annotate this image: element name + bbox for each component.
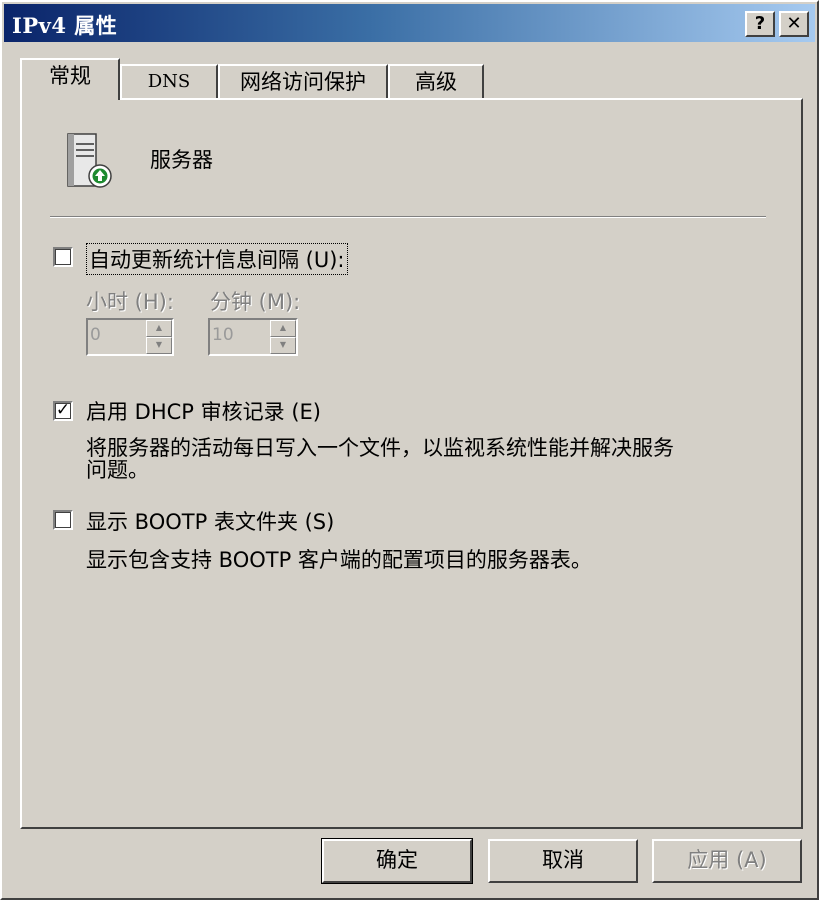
- hours-value: 0: [90, 325, 101, 345]
- bootp-label[interactable]: 显示 BOOTP 表文件夹 (S): [86, 506, 334, 536]
- dhcp-audit-label[interactable]: 启用 DHCP 审核记录 (E): [86, 396, 321, 426]
- minutes-value: 10: [212, 325, 234, 345]
- apply-button[interactable]: 应用 (A): [652, 839, 802, 883]
- dhcp-audit-description-2: 问题。: [86, 458, 149, 482]
- separator: [50, 216, 766, 218]
- minutes-label: 分钟 (M):: [210, 290, 301, 314]
- help-button[interactable]: ?: [745, 11, 775, 37]
- ipv4-properties-dialog: IPv4 属性 ? ✕ 常规 DNS 网络访问保护 高级 服务器 自动更新统计信…: [0, 0, 819, 900]
- server-label: 服务器: [150, 148, 213, 172]
- hours-spin-up-icon[interactable]: ▲: [146, 320, 172, 337]
- bootp-checkbox[interactable]: [53, 510, 73, 530]
- tab-network-access-protection[interactable]: 网络访问保护: [218, 64, 388, 100]
- server-icon: [67, 133, 112, 188]
- tab-general[interactable]: 常规: [20, 58, 120, 100]
- ok-button[interactable]: 确定: [321, 838, 473, 884]
- dhcp-audit-checkbox[interactable]: ✓: [53, 401, 73, 421]
- hours-spin-down-icon[interactable]: ▼: [146, 337, 172, 354]
- hours-spinbox[interactable]: 0 ▲ ▼: [86, 318, 174, 356]
- window-title: IPv4 属性: [12, 13, 118, 38]
- minutes-spinbox[interactable]: 10 ▲ ▼: [208, 318, 298, 356]
- dhcp-audit-description-1: 将服务器的活动每日写入一个文件，以监视系统性能并解决服务: [86, 436, 674, 460]
- auto-update-label[interactable]: 自动更新统计信息间隔 (U):: [86, 243, 348, 275]
- auto-update-checkbox[interactable]: [53, 247, 73, 267]
- bootp-description: 显示包含支持 BOOTP 客户端的配置项目的服务器表。: [86, 548, 592, 572]
- tab-advanced[interactable]: 高级: [388, 64, 484, 100]
- minutes-spin-up-icon[interactable]: ▲: [270, 320, 296, 337]
- cancel-button[interactable]: 取消: [488, 839, 638, 883]
- close-button[interactable]: ✕: [779, 11, 809, 37]
- hours-label: 小时 (H):: [86, 290, 174, 314]
- minutes-spin-down-icon[interactable]: ▼: [270, 337, 296, 354]
- tab-dns[interactable]: DNS: [120, 64, 218, 100]
- checkmark-icon: ✓: [55, 400, 71, 420]
- title-bar[interactable]: IPv4 属性 ? ✕: [4, 4, 815, 42]
